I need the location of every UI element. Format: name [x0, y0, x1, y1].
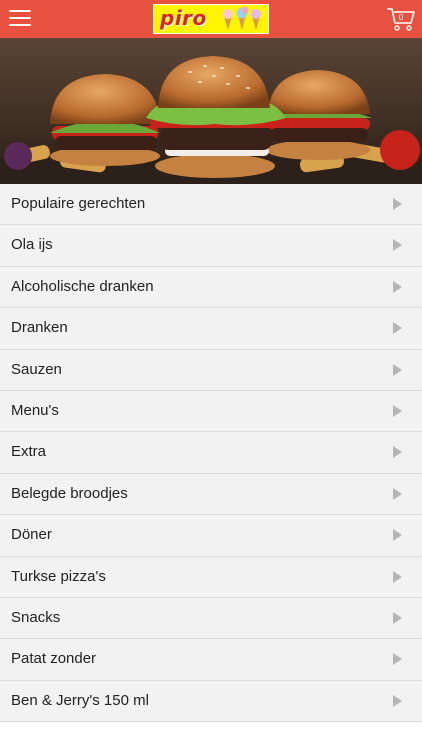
shopping-cart-icon[interactable]: 0: [386, 6, 416, 32]
hamburger-icon[interactable]: [9, 10, 31, 27]
chevron-right-icon: [393, 239, 402, 252]
category-label: Populaire gerechten: [11, 195, 146, 212]
chevron-right-icon: [393, 446, 402, 459]
hero-banner-image: [0, 38, 422, 184]
category-row[interactable]: Snacks: [0, 597, 422, 640]
chevron-right-icon: [393, 404, 402, 417]
category-row[interactable]: Populaire gerechten: [0, 184, 422, 226]
chevron-right-icon: [393, 653, 402, 666]
category-label: Patat zonder: [11, 650, 97, 668]
chevron-right-icon: [393, 487, 402, 500]
category-row[interactable]: Menu's: [0, 390, 422, 433]
category-label: Döner: [11, 526, 52, 544]
category-label: Ola ijs: [11, 236, 53, 254]
logo-text: piro: [160, 6, 207, 30]
category-row[interactable]: Turkse pizza's: [0, 556, 422, 598]
chevron-right-icon: [393, 611, 402, 624]
category-label: Extra: [11, 443, 47, 461]
chevron-right-icon: [393, 198, 402, 210]
chevron-right-icon: [393, 280, 402, 293]
category-label: Menu's: [11, 401, 59, 419]
cart-count-badge: 0: [398, 13, 404, 22]
category-row[interactable]: Belegde broodjes: [0, 473, 422, 516]
category-label: Snacks: [11, 608, 61, 626]
category-row[interactable]: Döner: [0, 515, 422, 557]
category-label: Ben & Jerry's 150 ml: [11, 691, 149, 709]
category-row[interactable]: Extra: [0, 432, 422, 474]
chevron-right-icon: [393, 529, 402, 542]
chevron-right-icon: [393, 363, 402, 376]
category-label: Dranken: [11, 319, 68, 337]
top-bar: piro 0: [0, 0, 422, 38]
category-row[interactable]: Sauzen: [0, 349, 422, 391]
category-list: Populaire gerechten Ola ijs Alcoholische d…: [0, 184, 422, 723]
category-label: Belegde broodjes: [11, 484, 128, 502]
category-row[interactable]: Patat zonder: [0, 639, 422, 681]
category-label: Alcoholische dranken: [11, 277, 154, 295]
brand-logo[interactable]: piro: [153, 4, 269, 34]
chevron-right-icon: [393, 322, 402, 335]
chevron-right-icon: [393, 570, 402, 583]
category-label: Sauzen: [11, 360, 62, 378]
category-row[interactable]: Ben & Jerry's 150 ml: [0, 680, 422, 723]
ice-cream-icon: [223, 6, 261, 30]
category-label: Turkse pizza's: [11, 567, 106, 585]
category-row[interactable]: Alcoholische dranken: [0, 266, 422, 309]
category-row[interactable]: Ola ijs: [0, 225, 422, 267]
chevron-right-icon: [393, 694, 402, 707]
category-row[interactable]: Dranken: [0, 308, 422, 350]
